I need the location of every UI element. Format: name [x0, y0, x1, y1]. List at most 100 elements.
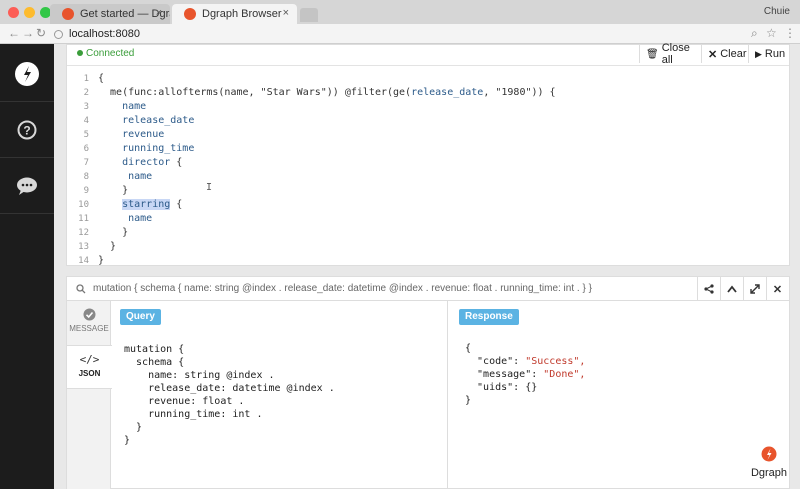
- query-line: name: string @index .: [124, 370, 275, 381]
- query-line: mutation {: [124, 344, 185, 355]
- close-window-icon[interactable]: [8, 7, 19, 18]
- dgraph-logo-button[interactable]: [0, 46, 54, 102]
- code-line[interactable]: {: [98, 72, 104, 86]
- response-badge: Response: [459, 309, 519, 325]
- line-number: 8: [83, 172, 89, 182]
- response-line: "code": "Success",: [465, 356, 586, 367]
- query-line: release_date: datetime @index .: [124, 383, 335, 394]
- clear-button[interactable]: ✕ Clear: [701, 45, 748, 63]
- response-line: "uids": {}: [465, 382, 538, 393]
- help-icon: ?: [17, 120, 37, 139]
- bookmark-star-icon[interactable]: ☆: [766, 26, 777, 40]
- minimize-window-icon[interactable]: [24, 7, 35, 18]
- close-frame-button[interactable]: ✕: [766, 277, 788, 301]
- text-cursor-icon: I: [206, 182, 213, 193]
- dgraph-favicon-icon: [62, 8, 74, 20]
- tab-get-started[interactable]: Get started — Dgraph Doc ×: [50, 4, 170, 24]
- query-line: revenue: float .: [124, 396, 245, 407]
- code-line[interactable]: name: [98, 100, 146, 114]
- status-dot-icon: [77, 50, 83, 56]
- line-number: 3: [83, 102, 89, 112]
- sidebar: ?: [0, 44, 54, 489]
- browser-tab-bar: Get started — Dgraph Doc × Dgraph Browse…: [0, 0, 800, 24]
- code-line[interactable]: starring {: [98, 198, 182, 212]
- search-icon: [76, 284, 86, 297]
- dgraph-favicon-icon: [184, 8, 196, 20]
- line-number: 1: [83, 74, 89, 84]
- result-query-text[interactable]: mutation { schema { name: string @index …: [93, 283, 592, 294]
- trash-icon: 🗑: [646, 48, 659, 60]
- code-line[interactable]: me(func:allofterms(name, "Star Wars")) @…: [98, 86, 556, 100]
- check-circle-icon: [83, 308, 95, 321]
- code-line[interactable]: name: [98, 170, 152, 184]
- code-line[interactable]: name: [98, 212, 152, 226]
- response-line: }: [465, 395, 472, 406]
- tab-dgraph-browser[interactable]: Dgraph Browser ×: [172, 4, 297, 24]
- brand-name: Dgraph: [750, 467, 788, 479]
- line-number: 13: [78, 242, 89, 252]
- expand-icon: [749, 284, 760, 294]
- collapse-button[interactable]: [720, 277, 742, 301]
- run-button[interactable]: ▶ Run: [748, 45, 789, 63]
- query-editor-panel: Connected 🗑 Close all ✕ Clear ▶ Run 1234567…: [66, 42, 790, 268]
- query-line: schema {: [124, 357, 185, 368]
- zoom-icon[interactable]: ⌕: [751, 26, 758, 41]
- line-number: 4: [83, 116, 89, 126]
- close-tab-icon[interactable]: ×: [156, 7, 162, 19]
- result-header: mutation { schema { name: string @index …: [67, 277, 789, 301]
- share-button[interactable]: [697, 277, 719, 301]
- code-line[interactable]: release_date: [98, 114, 194, 128]
- play-icon: ▶: [755, 48, 762, 59]
- query-line: }: [124, 422, 143, 433]
- code-editor[interactable]: 1 2 3 4 5 6 7 8 9 10 11 12 13 14 { me(func:allofterms…: [67, 65, 789, 268]
- code-line[interactable]: running_time: [98, 142, 194, 156]
- code-line[interactable]: }: [98, 184, 128, 198]
- url-text: localhost:8080: [69, 28, 140, 40]
- response-line: {: [465, 343, 472, 354]
- line-number: 7: [83, 158, 89, 168]
- url-field[interactable]: localhost:8080: [54, 26, 140, 42]
- menu-icon[interactable]: ⋮: [784, 26, 796, 40]
- dgraph-brand: Dgraph: [744, 446, 794, 486]
- address-bar-row: ← → ↻ localhost:8080 ⌕ ☆ ⋮: [0, 24, 800, 44]
- line-number: 9: [83, 186, 89, 196]
- close-icon: ✕: [772, 283, 783, 296]
- profile-name[interactable]: Chuie: [764, 6, 790, 17]
- new-tab-button[interactable]: [300, 8, 318, 22]
- help-button[interactable]: ?: [0, 102, 54, 158]
- line-number: 12: [78, 228, 89, 238]
- tab-json[interactable]: </> JSON: [67, 345, 112, 389]
- reload-icon[interactable]: ↻: [36, 26, 46, 40]
- code-icon: </>: [79, 353, 100, 366]
- code-line[interactable]: director {: [98, 156, 182, 170]
- forward-icon[interactable]: →: [22, 26, 34, 40]
- query-column: Query mutation { schema { name: string @…: [112, 301, 448, 489]
- query-line: running_time: int .: [124, 409, 263, 420]
- close-all-button[interactable]: 🗑 Close all: [639, 42, 701, 66]
- x-icon: ✕: [708, 48, 718, 61]
- page-info-icon[interactable]: [54, 29, 63, 39]
- query-line: }: [124, 435, 131, 446]
- code-line[interactable]: }: [98, 240, 116, 254]
- code-line[interactable]: }: [98, 254, 104, 268]
- line-number: 2: [83, 88, 89, 98]
- response-line: "message": "Done",: [465, 369, 586, 380]
- chat-icon: [17, 177, 37, 195]
- line-number: 11: [78, 214, 89, 224]
- line-number: 14: [78, 256, 89, 266]
- dgraph-logo-icon: [15, 61, 39, 86]
- dgraph-logo-icon: [761, 446, 777, 462]
- chat-button[interactable]: [0, 158, 54, 214]
- tab-message[interactable]: MESSAGE: [67, 301, 111, 345]
- chevron-up-icon: [726, 285, 737, 293]
- tab-title: Dgraph Browser: [202, 8, 282, 20]
- response-column: Response { "code": "Success", "message":…: [449, 301, 789, 489]
- code-line[interactable]: revenue: [98, 128, 164, 142]
- back-icon[interactable]: ←: [8, 26, 20, 40]
- close-tab-icon[interactable]: ×: [283, 7, 289, 19]
- fullscreen-button[interactable]: [743, 277, 765, 301]
- connection-status: Connected: [77, 48, 134, 59]
- result-frame: mutation { schema { name: string @index …: [66, 276, 790, 489]
- code-line[interactable]: }: [98, 226, 128, 240]
- view-tabs: MESSAGE </> JSON: [67, 301, 112, 489]
